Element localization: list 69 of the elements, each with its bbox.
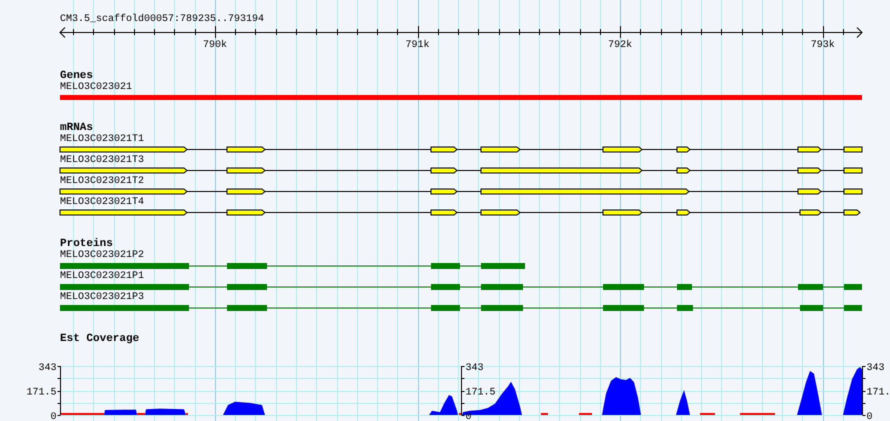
feature-label: MELO3C023021T3 xyxy=(60,155,144,167)
sequence-range-label: CM3.5_scaffold00057:789235..793194 xyxy=(60,14,264,26)
ruler-tick-label: 792k xyxy=(608,40,632,50)
cds-block xyxy=(481,263,525,269)
exon-shape xyxy=(800,210,822,216)
ruler-tick-label: 793k xyxy=(810,40,835,50)
axis-tick-label: 343 xyxy=(38,363,56,374)
exon-shape xyxy=(480,146,521,152)
cds-block xyxy=(227,263,267,269)
y-axis xyxy=(862,366,866,416)
ruler-tick-label: 790k xyxy=(202,40,227,50)
feature-label: MELO3C023021P2 xyxy=(60,250,144,262)
track-title: Genes xyxy=(60,70,94,82)
exon-shape xyxy=(844,146,862,152)
exon-shape xyxy=(602,210,643,216)
cds-block xyxy=(481,305,523,311)
axis-tick-label: 0 xyxy=(466,412,472,421)
feature-label: MELO3C023021T2 xyxy=(60,176,144,188)
cds-block xyxy=(481,284,523,290)
feature-label: MELO3C023021P1 xyxy=(60,271,144,283)
exon-shape xyxy=(798,188,822,194)
exon-shape xyxy=(226,188,266,194)
feature-label: MELO3C023021 xyxy=(60,82,132,94)
cds-block xyxy=(431,284,460,290)
cds-block xyxy=(800,305,823,311)
cds-block xyxy=(227,305,267,311)
exon-shape xyxy=(226,210,266,216)
track-title: Proteins xyxy=(60,238,113,250)
exon-shape xyxy=(844,188,862,194)
y-axis xyxy=(461,366,465,416)
cds-block xyxy=(431,305,460,311)
track-title: Est Coverage xyxy=(60,333,140,345)
y-axis xyxy=(57,366,61,416)
feature-label: MELO3C023021T1 xyxy=(60,134,144,146)
track-title: mRNAs xyxy=(60,122,94,134)
exon-shape xyxy=(676,168,691,174)
axis-tick-label: 171.5 xyxy=(466,388,496,398)
axis-tick-label: 0 xyxy=(50,412,56,421)
exon-shape xyxy=(480,210,521,216)
exon-shape xyxy=(430,146,458,152)
exon-shape xyxy=(844,168,862,174)
cds-block xyxy=(677,305,693,311)
exon-shape xyxy=(602,146,643,152)
axis-tick-label: 171. xyxy=(866,388,890,398)
exon-shape xyxy=(430,188,458,194)
axis-tick-label: 0 xyxy=(866,412,873,421)
exon-shape xyxy=(798,146,822,152)
axis-tick-label: 343 xyxy=(466,363,484,374)
cds-block xyxy=(798,284,823,290)
cds-block xyxy=(603,305,644,311)
axis-tick-label: 171.5 xyxy=(26,388,56,398)
feature-label: MELO3C023021P3 xyxy=(60,292,144,304)
exon-shape xyxy=(430,210,458,216)
exon-shape xyxy=(430,168,458,174)
exon-shape xyxy=(798,168,822,174)
axis-tick-label: 343 xyxy=(866,363,885,374)
cds-block xyxy=(844,305,862,311)
feature-label: MELO3C023021T4 xyxy=(60,197,144,209)
cds-block xyxy=(227,284,267,290)
cds-block xyxy=(844,284,862,290)
exon-shape xyxy=(226,146,266,152)
ruler-tick-label: 791k xyxy=(406,40,430,50)
exon-shape xyxy=(844,210,861,216)
cds-block xyxy=(677,284,692,290)
cds-block xyxy=(431,263,460,269)
cds-block xyxy=(603,284,644,290)
exon-shape xyxy=(676,210,691,216)
exon-shape xyxy=(226,168,266,174)
exon-shape xyxy=(676,146,691,152)
